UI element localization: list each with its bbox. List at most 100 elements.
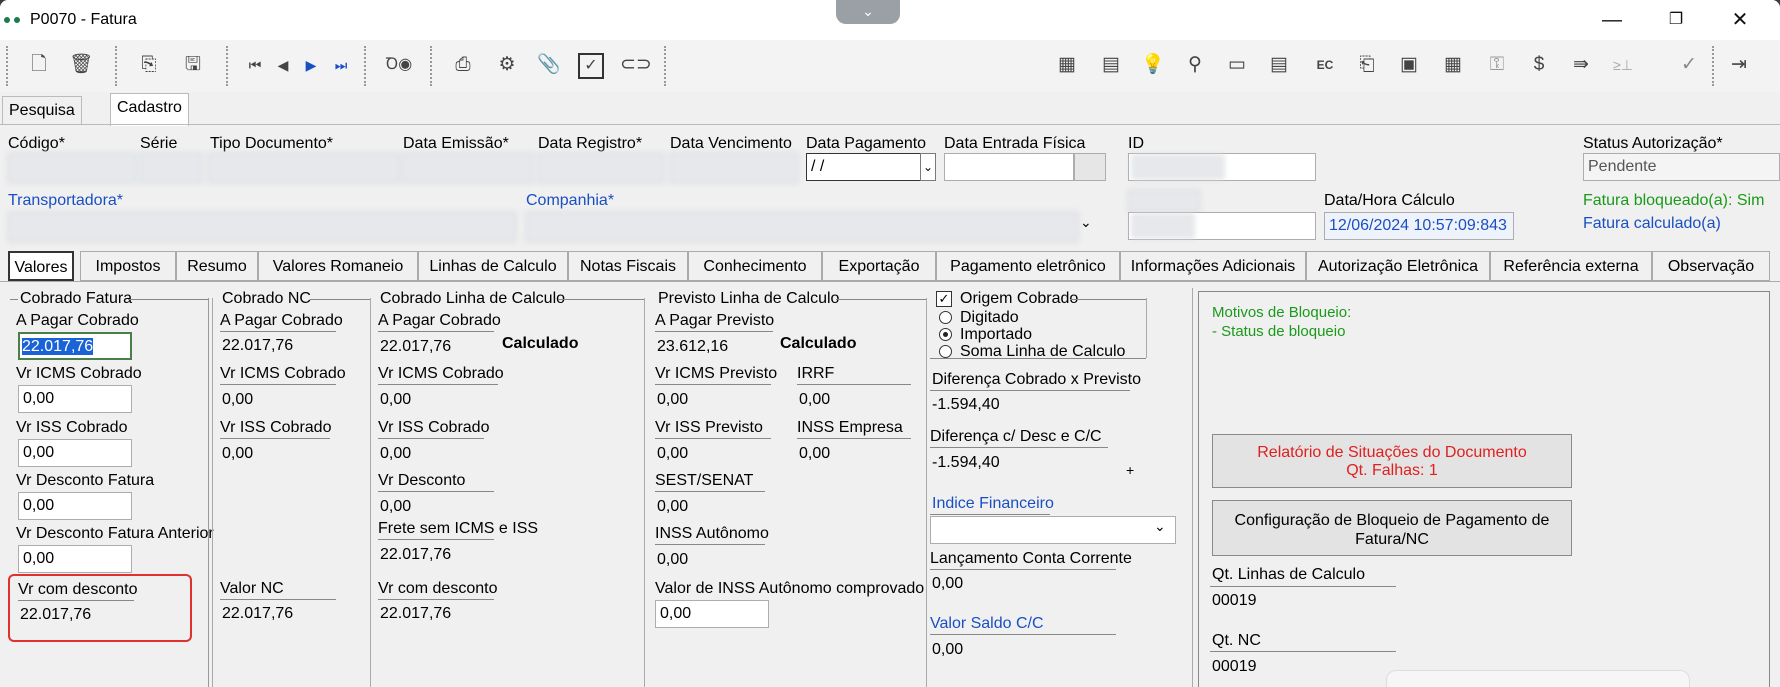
cf-a-pagar-field[interactable]: 22.017,76 bbox=[22, 338, 94, 355]
cf-icms-field[interactable]: 0,00 bbox=[18, 385, 132, 413]
relatorio-situacoes-button[interactable]: Relatório de Situações do Documento Qt. … bbox=[1212, 434, 1572, 488]
data-emissao-field[interactable] bbox=[403, 153, 533, 183]
cf-com-desconto-value: 22.017,76 bbox=[20, 606, 92, 623]
status-dot-icon bbox=[14, 17, 20, 23]
serie-field[interactable] bbox=[140, 153, 202, 183]
bulb-icon[interactable]: 💡 bbox=[1138, 50, 1168, 80]
calculator-icon[interactable]: ▦ bbox=[1052, 50, 1082, 80]
restore-button[interactable]: ❐ bbox=[1656, 6, 1696, 34]
tab-exportacao[interactable]: Exportação bbox=[822, 251, 936, 281]
cl-iss-value: 0,00 bbox=[380, 445, 412, 462]
attach-icon[interactable]: 📎 bbox=[534, 50, 564, 80]
export-icon[interactable]: ⎗ bbox=[1352, 50, 1382, 80]
tab-notas-fiscais[interactable]: Notas Fiscais bbox=[568, 251, 688, 281]
data-entrada-field[interactable] bbox=[944, 153, 1074, 181]
tab-informacoes-adicionais[interactable]: Informações Adicionais bbox=[1120, 251, 1306, 281]
origem-cobrado-checkbox[interactable]: ✓ bbox=[936, 291, 952, 307]
indice-financeiro-select[interactable] bbox=[930, 516, 1176, 544]
tab-resumo[interactable]: Resumo bbox=[176, 251, 258, 281]
pl-icms-label: Vr ICMS Previsto bbox=[655, 365, 778, 382]
bloqueio-panel bbox=[1198, 291, 1770, 687]
fatura-bloqueada-status: Fatura bloqueado(a): Sim bbox=[1583, 192, 1765, 209]
cf-com-desconto-label: Vr com desconto bbox=[18, 581, 138, 598]
nc-valor-value: 22.017,76 bbox=[222, 605, 294, 622]
data-registro-field[interactable] bbox=[538, 153, 664, 183]
delete-icon[interactable]: 🗑 bbox=[66, 50, 96, 80]
digitado-label: Digitado bbox=[960, 309, 1019, 326]
tipo-documento-field[interactable] bbox=[208, 153, 400, 183]
tab-autorizacao-eletronica[interactable]: Autorização Eletrônica bbox=[1306, 251, 1490, 281]
pl-inss-comprovado-field[interactable]: 0,00 bbox=[655, 600, 769, 628]
nc-a-pagar-value: 22.017,76 bbox=[222, 337, 294, 354]
soma-linha-radio[interactable] bbox=[939, 345, 952, 358]
code-icon[interactable]: ≥⊥ bbox=[1608, 50, 1638, 80]
plus-label: + bbox=[1126, 462, 1135, 478]
chevron-down-icon[interactable]: ⌄ bbox=[1154, 518, 1166, 535]
underline bbox=[797, 438, 911, 439]
tab-pesquisa[interactable]: Pesquisa bbox=[2, 96, 82, 125]
money-icon[interactable]: $ bbox=[1524, 50, 1554, 80]
tab-referencia-externa[interactable]: Referência externa bbox=[1490, 251, 1652, 281]
last-icon[interactable]: ⏭ bbox=[326, 50, 356, 80]
tree-icon[interactable]: ⚲ bbox=[1180, 50, 1210, 80]
save-icon[interactable]: 🖫 bbox=[178, 50, 208, 80]
underline bbox=[18, 600, 134, 601]
configuracao-bloqueio-button[interactable]: Configuração de Bloqueio de Pagamento de… bbox=[1212, 500, 1572, 556]
sheet-check-icon[interactable]: ▣ bbox=[1394, 50, 1424, 80]
cf-desconto-anterior-field[interactable]: 0,00 bbox=[18, 545, 132, 573]
spreadsheet-icon[interactable]: ▤ bbox=[1096, 50, 1126, 80]
codigo-field[interactable] bbox=[8, 153, 136, 183]
group-line bbox=[310, 299, 370, 300]
transfer-icon[interactable]: ⇛ bbox=[1566, 50, 1596, 80]
data-pagamento-dropdown[interactable]: ⌄ bbox=[920, 153, 936, 181]
close-button[interactable]: ✕ bbox=[1720, 6, 1760, 34]
title-bar: P0070 - Fatura ⌄ — ❐ ✕ bbox=[0, 0, 1780, 40]
tab-observacao[interactable]: Observação bbox=[1652, 251, 1770, 281]
copy-icon[interactable]: ⎘ bbox=[134, 50, 164, 80]
tab-cadastro[interactable]: Cadastro bbox=[110, 93, 189, 126]
collapse-toolbar-button[interactable]: ⌄ bbox=[836, 0, 900, 24]
group-line bbox=[10, 299, 18, 300]
minimize-button[interactable]: — bbox=[1592, 6, 1632, 34]
companhia-dropdown-icon[interactable]: ⌄ bbox=[1080, 214, 1092, 231]
new-icon[interactable]: 🗋 bbox=[24, 50, 54, 80]
first-icon[interactable]: ⏮ bbox=[240, 50, 270, 80]
data-pagamento-field[interactable]: / / bbox=[806, 153, 922, 181]
tipo-documento-label: Tipo Documento* bbox=[210, 135, 334, 152]
data-entrada-button[interactable] bbox=[1074, 153, 1106, 181]
exit-icon[interactable]: ⇥ bbox=[1724, 50, 1754, 80]
check-icon[interactable]: ✓ bbox=[1674, 50, 1704, 80]
settings-icon[interactable]: ⚙ bbox=[492, 50, 522, 80]
tab-valores[interactable]: Valores bbox=[8, 251, 74, 281]
key-icon[interactable]: ⚿ bbox=[1482, 50, 1512, 80]
tab-valores-romaneio[interactable]: Valores Romaneio bbox=[258, 251, 418, 281]
digitado-radio[interactable] bbox=[939, 311, 952, 324]
cl-com-desconto-value: 22.017,76 bbox=[380, 605, 452, 622]
document-icon[interactable]: ▤ bbox=[1264, 50, 1294, 80]
underline bbox=[220, 438, 330, 439]
tab-conhecimento[interactable]: Conhecimento bbox=[688, 251, 822, 281]
calculator-grid-icon[interactable]: ▦ bbox=[1438, 50, 1468, 80]
ec-icon[interactable]: EC bbox=[1310, 50, 1340, 80]
importado-radio[interactable] bbox=[939, 328, 952, 341]
prev-icon[interactable]: ◀ bbox=[268, 50, 298, 80]
link-icon[interactable]: ⊂⊃ bbox=[620, 50, 652, 80]
confirm-icon[interactable]: ✓ bbox=[578, 53, 604, 79]
next-icon[interactable]: ▶ bbox=[296, 50, 326, 80]
search-binoculars-icon[interactable]: Ꝺ◉ bbox=[384, 50, 414, 80]
cf-desconto-field[interactable]: 0,00 bbox=[18, 492, 132, 520]
cf-desconto-label: Vr Desconto Fatura bbox=[16, 472, 155, 489]
group-line bbox=[644, 298, 645, 687]
tab-linhas-calculo[interactable]: Linhas de Calculo bbox=[418, 251, 568, 281]
data-entrada-label: Data Entrada Física bbox=[944, 135, 1086, 152]
nc-iss-value: 0,00 bbox=[222, 445, 254, 462]
cf-iss-field[interactable]: 0,00 bbox=[18, 439, 132, 467]
tab-impostos[interactable]: Impostos bbox=[80, 251, 176, 281]
data-vencimento-field[interactable] bbox=[670, 153, 798, 183]
card-icon[interactable]: ▭ bbox=[1222, 50, 1252, 80]
cobrado-fatura-title: Cobrado Fatura bbox=[20, 290, 133, 307]
print-icon[interactable]: ⎙ bbox=[448, 50, 478, 80]
tab-pagamento-eletronico[interactable]: Pagamento eletrônico bbox=[936, 251, 1120, 281]
transportadora-field[interactable] bbox=[8, 212, 516, 242]
companhia-field[interactable] bbox=[526, 212, 1078, 242]
